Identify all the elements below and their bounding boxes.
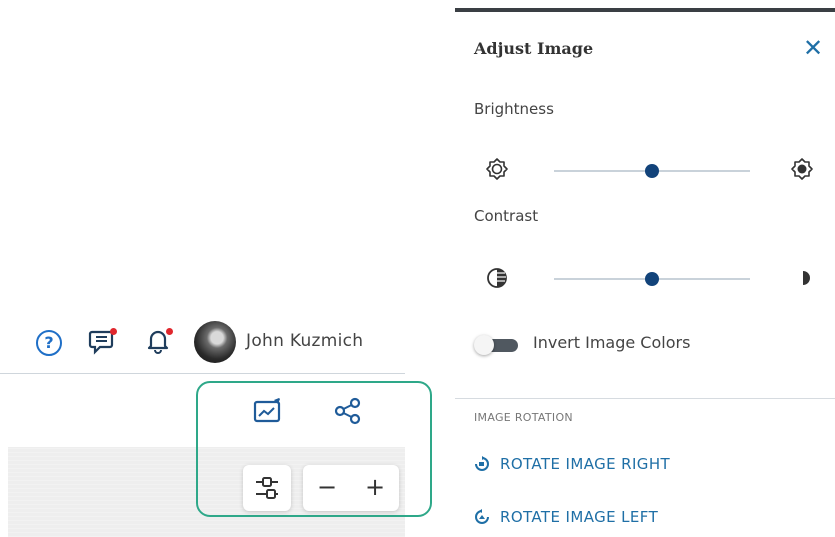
rotate-left-button[interactable]: ROTATE IMAGE LEFT [474, 504, 658, 530]
contrast-slider-thumb[interactable] [645, 272, 659, 286]
adjust-image-button[interactable] [243, 465, 291, 511]
rotate-right-icon [475, 456, 489, 471]
divider [455, 398, 835, 399]
zoom-control: − + [303, 465, 399, 511]
rotate-left-icon [475, 509, 489, 524]
rotate-right-button[interactable]: ROTATE IMAGE RIGHT [474, 451, 670, 477]
bell-icon[interactable] [144, 327, 173, 355]
zoom-in-button[interactable]: + [351, 465, 399, 511]
share-icon[interactable] [332, 395, 364, 427]
help-circle-icon[interactable]: ? [36, 330, 62, 356]
notifications-badge [166, 328, 173, 335]
brightness-low-icon[interactable] [485, 157, 509, 185]
brightness-slider-thumb[interactable] [645, 164, 659, 178]
rotate-right-label: ROTATE IMAGE RIGHT [500, 455, 671, 473]
adjust-image-panel: Adjust Image ✕ Brightness Contrast Inver… [455, 8, 835, 537]
brightness-high-icon[interactable] [790, 157, 814, 185]
close-icon[interactable]: ✕ [803, 36, 823, 60]
rotate-left-label: ROTATE IMAGE LEFT [500, 508, 659, 526]
toggle-knob [474, 335, 494, 355]
brightness-label: Brightness [474, 100, 554, 118]
user-name[interactable]: John Kuzmich [246, 331, 363, 351]
comments-icon[interactable] [88, 327, 117, 355]
annotate-image-icon[interactable] [252, 396, 284, 426]
brightness-slider[interactable] [554, 164, 750, 178]
adjust-sliders-icon [256, 477, 278, 499]
comments-badge [110, 328, 117, 335]
image-rotation-header: IMAGE ROTATION [474, 411, 573, 424]
zoom-out-button[interactable]: − [303, 465, 351, 511]
invert-colors-toggle[interactable] [474, 335, 520, 355]
contrast-slider[interactable] [554, 272, 750, 286]
contrast-high-icon[interactable] [796, 266, 816, 294]
panel-title: Adjust Image [474, 39, 594, 58]
contrast-low-icon[interactable] [485, 266, 509, 294]
avatar[interactable] [194, 321, 236, 363]
contrast-label: Contrast [474, 207, 539, 225]
invert-colors-label: Invert Image Colors [533, 333, 691, 352]
